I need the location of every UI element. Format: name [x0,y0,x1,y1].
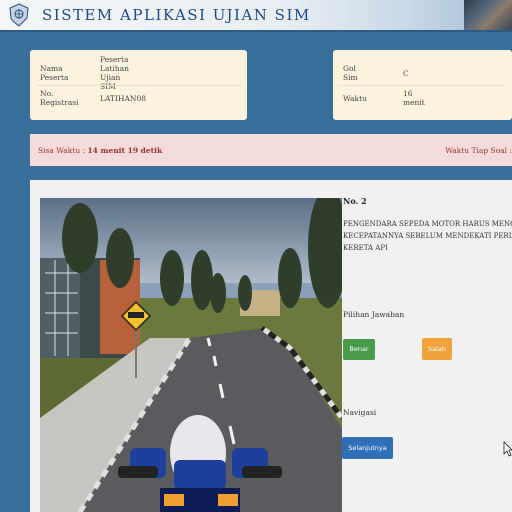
divider [36,85,241,86]
question-line: PENGENDARA SEPEDA MOTOR HARUS MENGURANGI [343,220,512,228]
answer-options-label: Pilihan Jawaban [343,310,405,319]
mouse-cursor-icon [503,441,512,457]
exam-info-card: Gol Sim C Waktu 16 menit [333,50,512,120]
remaining-time: Sisa Waktu : 14 menit 19 detik [38,146,162,155]
false-button[interactable]: Salah [422,338,452,360]
registration-value: LATIHAN08 [100,93,147,103]
per-question-time-label: Waktu Tiap Soal : [445,146,512,155]
question-line: KERETA API [343,244,388,252]
question-video[interactable] [40,198,342,512]
true-button[interactable]: Benar [343,339,375,360]
participant-name-label: Nama Peserta [40,64,69,82]
next-button[interactable]: Selanjutnya [342,437,393,459]
license-class-value: C [403,68,409,78]
exam-time-label: Waktu [343,93,367,103]
remaining-time-value: 14 menit 19 detik [87,146,163,155]
police-emblem-icon [9,3,29,27]
header-photo [464,0,512,30]
exam-time-value: 16 menit [403,89,425,107]
road-scene-illustration [40,198,342,512]
participant-info-card: Nama Peserta Peserta Latihan Ujian SIM N… [30,50,247,120]
remaining-time-label: Sisa Waktu : [38,146,86,155]
app-header: SISTEM APLIKASI UJIAN SIM [0,0,512,32]
question-line: KECEPATANNYA SEBELUM MENDEKATI PERLINTAS… [343,232,512,240]
question-number: No. 2 [343,196,367,206]
navigation-label: Navigasi [343,408,377,417]
question-text: PENGENDARA SEPEDA MOTOR HARUS MENGURANGI… [343,218,512,254]
registration-label: No. Registrasi [40,89,79,107]
app-title: SISTEM APLIKASI UJIAN SIM [42,6,311,24]
divider [339,85,506,86]
license-class-label: Gol Sim [343,64,358,82]
timer-bar: Sisa Waktu : 14 menit 19 detik Waktu Tia… [30,134,512,166]
